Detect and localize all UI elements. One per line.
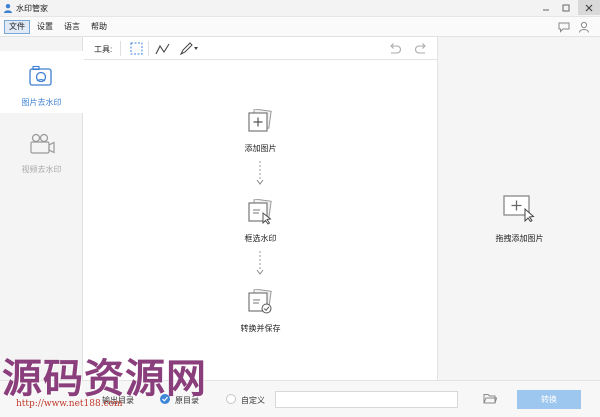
arrow-head-icon — [256, 269, 264, 275]
sidebar-item-label: 视频去水印 — [21, 165, 62, 174]
close-button[interactable] — [578, 0, 600, 15]
custom-dir-label[interactable]: 自定义 — [241, 395, 265, 406]
folder-open-icon[interactable] — [483, 392, 497, 405]
sidebar-item-image-remove[interactable]: 图片去水印 — [0, 51, 83, 113]
brush-icon — [179, 42, 198, 55]
undo-icon — [390, 42, 402, 54]
step-label: 转换并保存 — [240, 324, 281, 333]
minimize-button[interactable] — [538, 0, 554, 15]
toolbar-divider — [120, 41, 121, 56]
redo-icon — [414, 42, 426, 54]
polyline-icon — [155, 43, 170, 54]
maximize-button[interactable] — [558, 0, 574, 15]
maximize-icon — [562, 4, 570, 11]
chat-bubble-icon[interactable] — [557, 20, 571, 34]
step-label: 框选水印 — [244, 234, 277, 243]
watermark-url: http://www.net188.com — [16, 399, 123, 409]
toolbar-divider — [148, 41, 149, 56]
window-title: 水印管家 — [16, 4, 48, 13]
undo-button[interactable] — [386, 40, 404, 57]
drop-area[interactable]: 拖拽添加图片 — [437, 37, 600, 380]
minimize-icon — [543, 9, 549, 10]
sidebar-item-label: 图片去水印 — [21, 98, 62, 107]
rect-select-tool-button[interactable] — [128, 40, 144, 57]
menu-language[interactable]: 语言 — [60, 20, 84, 34]
close-icon — [585, 4, 593, 11]
menu-bar: 文件 设置 语言 帮助 — [0, 17, 600, 37]
add-image-icon — [248, 109, 272, 132]
drop-area-label: 拖拽添加图片 — [495, 234, 544, 243]
sidebar-item-video-remove[interactable]: 视频去水印 — [0, 118, 83, 180]
arrow-head-icon — [256, 179, 264, 185]
brush-tool-button[interactable] — [178, 40, 200, 57]
select-watermark-icon — [248, 199, 272, 225]
step-label: 添加图片 — [244, 144, 277, 153]
redo-button[interactable] — [412, 40, 430, 57]
sidebar: 图片去水印 视频去水印 — [0, 37, 83, 380]
video-camera-icon — [30, 133, 55, 154]
menu-help[interactable]: 帮助 — [87, 20, 111, 34]
tool-label: 工具: — [94, 45, 113, 54]
menu-file[interactable]: 文件 — [4, 20, 30, 34]
watermark-title: 源码资源网 — [2, 355, 207, 402]
output-path-input[interactable] — [275, 391, 458, 408]
convert-save-icon — [248, 289, 272, 314]
site-watermark: 源码资源网 http://www.net188.com — [0, 346, 220, 417]
user-icon[interactable] — [577, 20, 591, 34]
app-logo-icon — [4, 4, 12, 13]
polyline-tool-button[interactable] — [154, 40, 172, 57]
tool-bar: 工具: — [84, 37, 437, 60]
convert-button[interactable]: 转换 — [517, 390, 581, 409]
workflow-area: 添加图片 框选水印 转换并保存 — [84, 61, 437, 380]
menu-settings[interactable]: 设置 — [33, 20, 57, 34]
title-bar: 水印管家 — [0, 0, 600, 17]
rect-select-icon — [130, 42, 142, 55]
add-image-drop-icon — [503, 195, 535, 222]
radio-custom-dir[interactable] — [226, 394, 236, 404]
image-camera-icon — [29, 65, 52, 86]
